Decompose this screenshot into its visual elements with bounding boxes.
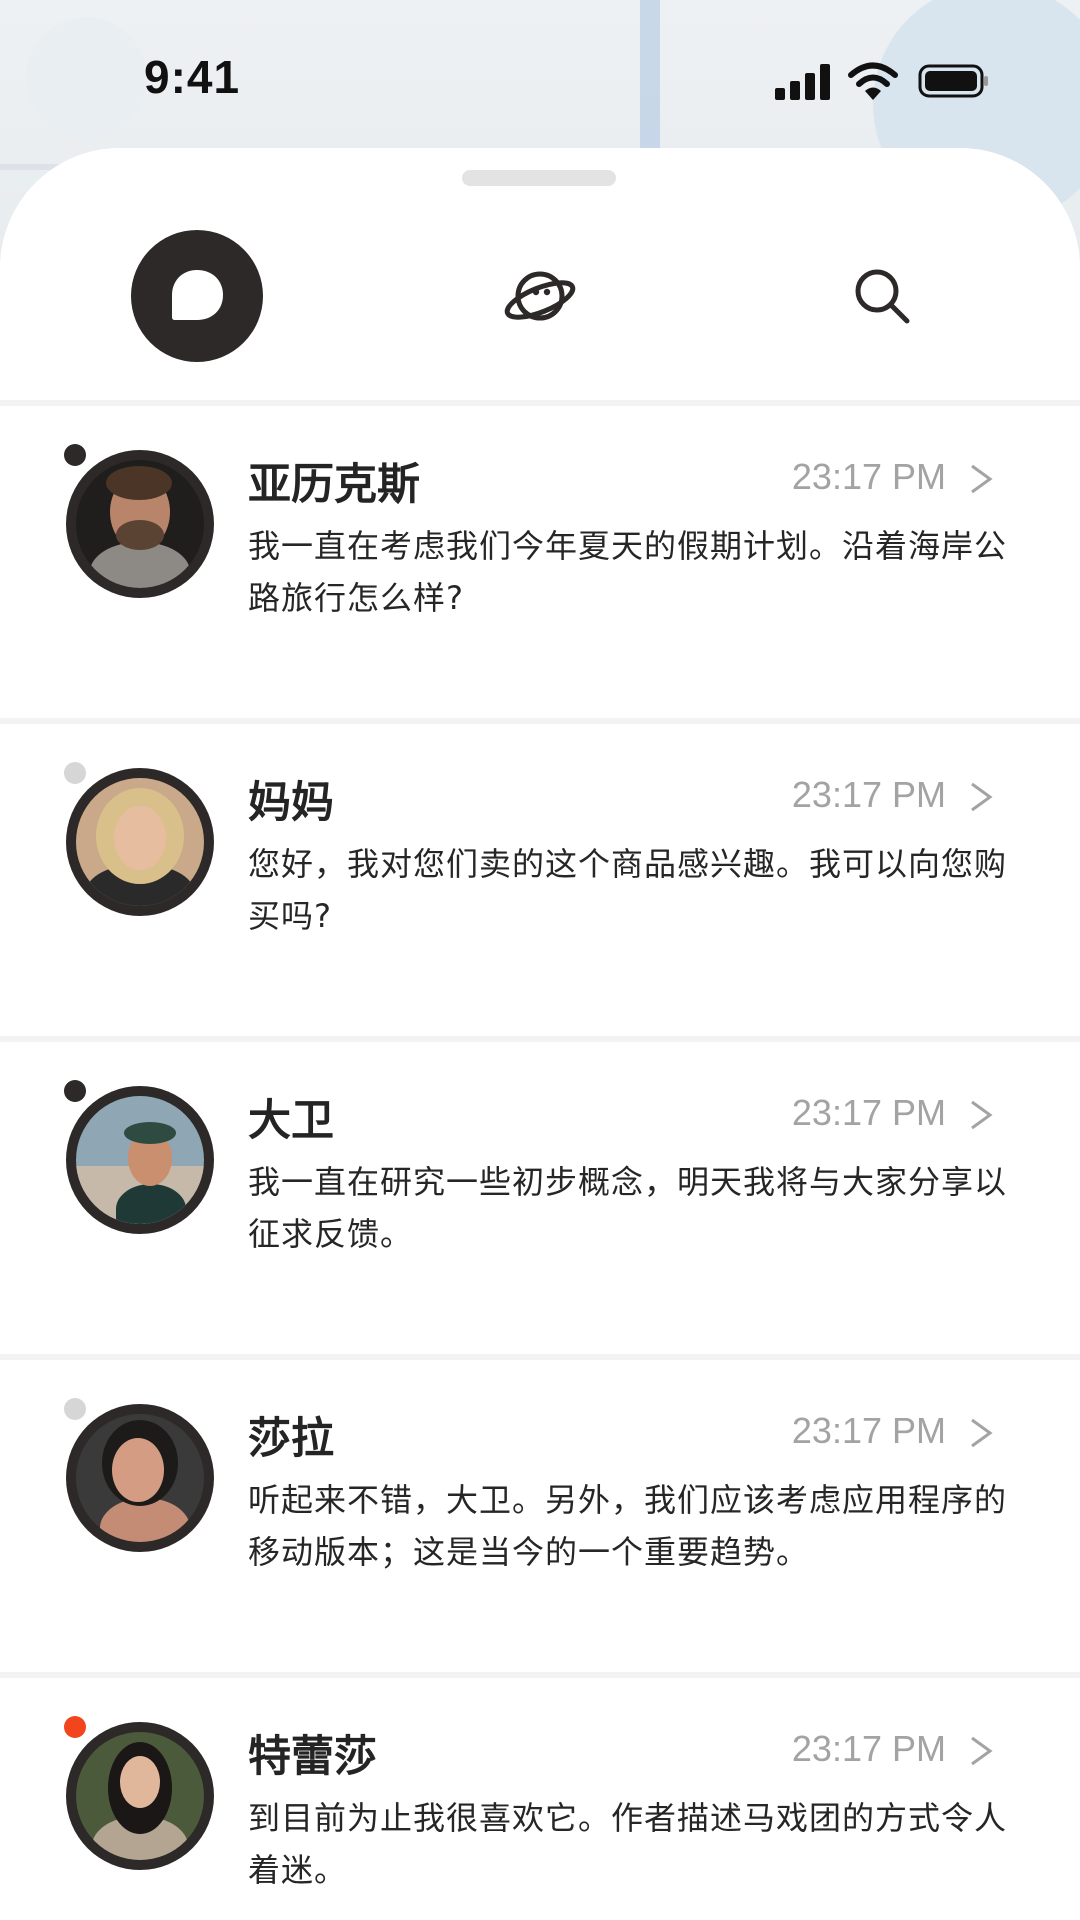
presence-dot [64, 1080, 86, 1102]
status-time: 9:41 [144, 51, 241, 103]
message-preview: 我一直在研究一些初步概念，明天我将与大家分享以征求反馈。 [248, 1163, 1008, 1253]
presence-dot [64, 1716, 86, 1738]
message-preview: 您好，我对您们卖的这个商品感兴趣。我可以向您购买吗? [248, 845, 1008, 935]
message-time: 23:17 PM [791, 1092, 946, 1133]
presence-dot [64, 1398, 86, 1420]
chat-sheet: 亚历克斯 23:17 PM 我一直在考虑我们今年夏天的假期计划。沿着海岸公路旅行… [0, 148, 1080, 1920]
message-preview: 听起来不错，大卫。另外，我们应该考虑应用程序的移动版本；这是当今的一个重要趋势。 [248, 1481, 1008, 1571]
contact-name: 亚历克斯 [248, 460, 420, 510]
chevron-right-icon [971, 1418, 993, 1448]
tab-bar [0, 148, 1080, 400]
tab-chats[interactable] [131, 230, 263, 362]
presence-dot [64, 762, 86, 784]
chat-item-alex[interactable]: 亚历克斯 23:17 PM 我一直在考虑我们今年夏天的假期计划。沿着海岸公路旅行… [0, 406, 1080, 718]
message-preview: 我一直在考虑我们今年夏天的假期计划。沿着海岸公路旅行怎么样? [248, 527, 1008, 617]
chevron-right-icon [971, 464, 993, 494]
message-time: 23:17 PM [791, 1728, 946, 1769]
contact-name: 特蕾莎 [248, 1732, 377, 1782]
status-bar: 9:41 [0, 0, 1080, 150]
contact-name: 大卫 [248, 1096, 334, 1146]
chevron-right-icon [971, 782, 993, 812]
message-time: 23:17 PM [791, 456, 946, 497]
drag-handle[interactable] [462, 170, 616, 186]
battery-icon [918, 64, 988, 98]
tab-search-icon[interactable] [850, 264, 914, 328]
chevron-right-icon [971, 1100, 993, 1130]
tab-explore-planet-icon[interactable] [502, 264, 578, 328]
avatar[interactable] [66, 450, 214, 598]
avatar[interactable] [66, 1722, 214, 1870]
wifi-icon [848, 62, 898, 100]
contact-name: 莎拉 [248, 1414, 334, 1464]
chat-item-david[interactable]: 大卫 23:17 PM 我一直在研究一些初步概念，明天我将与大家分享以征求反馈。 [0, 1042, 1080, 1354]
cellular-signal-icon [775, 64, 831, 100]
avatar[interactable] [66, 1086, 214, 1234]
chat-bubble-icon [172, 270, 223, 320]
chat-list: 亚历克斯 23:17 PM 我一直在考虑我们今年夏天的假期计划。沿着海岸公路旅行… [0, 406, 1080, 1920]
chat-item-sarah[interactable]: 莎拉 23:17 PM 听起来不错，大卫。另外，我们应该考虑应用程序的移动版本；… [0, 1360, 1080, 1672]
avatar[interactable] [66, 1404, 214, 1552]
message-preview: 到目前为止我很喜欢它。作者描述马戏团的方式令人着迷。 [248, 1799, 1008, 1889]
contact-name: 妈妈 [248, 778, 334, 828]
presence-dot [64, 444, 86, 466]
chat-item-teresa[interactable]: 特蕾莎 23:17 PM 到目前为止我很喜欢它。作者描述马戏团的方式令人着迷。 [0, 1678, 1080, 1920]
chat-item-mom[interactable]: 妈妈 23:17 PM 您好，我对您们卖的这个商品感兴趣。我可以向您购买吗? [0, 724, 1080, 1036]
chevron-right-icon [971, 1736, 993, 1766]
message-time: 23:17 PM [791, 1410, 946, 1451]
avatar[interactable] [66, 768, 214, 916]
message-time: 23:17 PM [791, 774, 946, 815]
